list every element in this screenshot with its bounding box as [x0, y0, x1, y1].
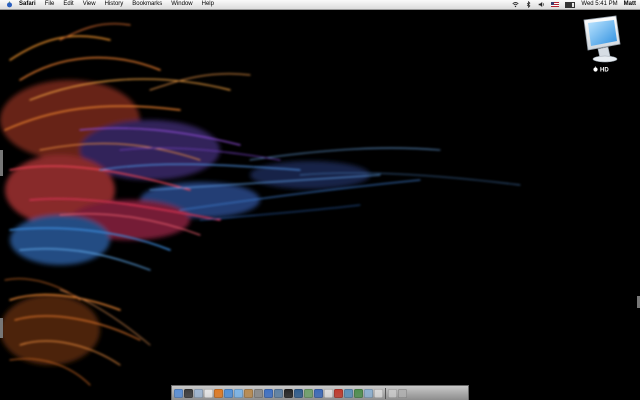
left-edge-tab	[0, 150, 3, 176]
utility-icon[interactable]	[374, 388, 383, 398]
menu-extras: Wed 5:41 PM Matt	[512, 0, 636, 9]
menu-user[interactable]: Matt	[624, 0, 636, 9]
itunes-icon[interactable]	[264, 388, 273, 398]
hard-drive-desktop-item[interactable]: HD	[578, 14, 624, 76]
left-edge-tab-lower	[0, 318, 3, 338]
us-flag-icon[interactable]	[551, 2, 560, 7]
preview-icon[interactable]	[364, 388, 373, 398]
menu-view[interactable]: View	[83, 0, 96, 9]
menu-file[interactable]: File	[45, 0, 55, 9]
terminal-icon[interactable]	[284, 388, 293, 398]
hard-drive-icon	[583, 15, 621, 63]
wifi-icon[interactable]	[512, 1, 520, 8]
desktop-wallpaper	[0, 0, 640, 400]
mail-icon[interactable]	[194, 388, 203, 398]
activity-monitor-icon[interactable]	[354, 388, 363, 398]
iphoto-icon[interactable]	[274, 388, 283, 398]
address-book-icon[interactable]	[244, 388, 253, 398]
apple-menu-icon[interactable]	[6, 1, 13, 8]
menu-window[interactable]: Window	[171, 0, 192, 9]
firefox-icon[interactable]	[214, 388, 223, 398]
volume-icon[interactable]	[538, 1, 545, 8]
desktop: Safari File Edit View History Bookmarks …	[0, 0, 640, 400]
hard-drive-name: HD	[600, 67, 609, 74]
hard-drive-label: HD	[578, 66, 624, 74]
adium-icon[interactable]	[304, 388, 313, 398]
system-preferences-icon[interactable]	[254, 388, 263, 398]
textedit-icon[interactable]	[324, 388, 333, 398]
menu-bar: Safari File Edit View History Bookmarks …	[0, 0, 640, 10]
acrobat-icon[interactable]	[334, 388, 343, 398]
bluetooth-icon[interactable]	[525, 1, 532, 8]
menu-bookmarks[interactable]: Bookmarks	[132, 0, 162, 9]
ichat-icon[interactable]	[234, 388, 243, 398]
documents-stack-icon[interactable]	[388, 388, 397, 398]
dock-separator	[385, 387, 386, 399]
dock	[171, 385, 469, 400]
transmit-icon[interactable]	[344, 388, 353, 398]
safari-icon[interactable]	[224, 388, 233, 398]
menu-app-name[interactable]: Safari	[19, 0, 36, 9]
apple-logo-icon	[593, 66, 598, 74]
trash-icon[interactable]	[398, 388, 407, 398]
menu-edit[interactable]: Edit	[63, 0, 73, 9]
quicktime-icon[interactable]	[314, 388, 323, 398]
menu-help[interactable]: Help	[202, 0, 214, 9]
menu-clock[interactable]: Wed 5:41 PM	[581, 0, 617, 9]
menu-history[interactable]: History	[105, 0, 124, 9]
finder-icon[interactable]	[174, 388, 183, 398]
ical-icon[interactable]	[204, 388, 213, 398]
menu-items: Safari File Edit View History Bookmarks …	[19, 0, 214, 9]
battery-icon[interactable]	[565, 1, 576, 8]
dashboard-icon[interactable]	[184, 388, 193, 398]
photoshop-icon[interactable]	[294, 388, 303, 398]
